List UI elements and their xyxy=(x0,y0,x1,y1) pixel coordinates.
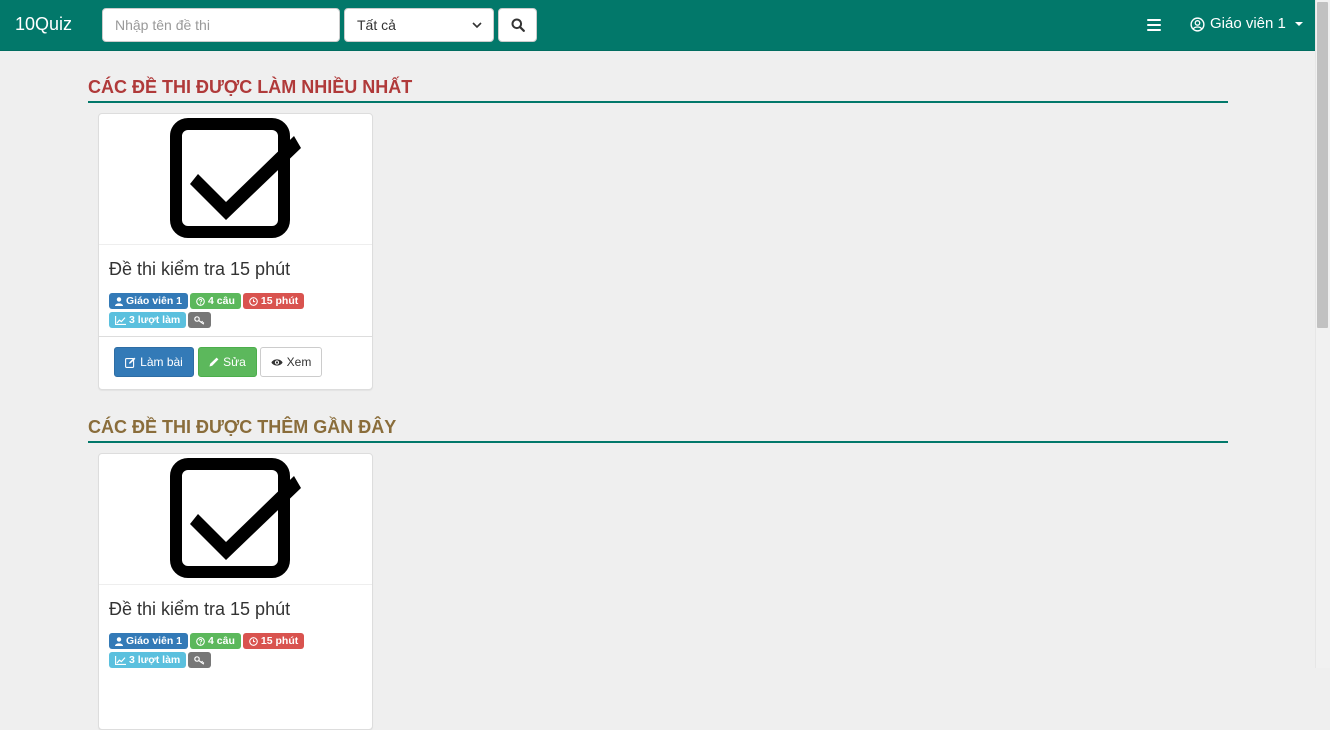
user-menu-dropdown[interactable]: Giáo viên 1 xyxy=(1190,14,1303,34)
duration-badge: 15 phút xyxy=(242,633,305,649)
clock-icon xyxy=(249,636,258,646)
line-chart-icon xyxy=(115,315,126,325)
hamburger-icon-bar xyxy=(1147,24,1161,26)
attempts-badge: 3 lượt làm xyxy=(109,652,187,668)
clock-icon xyxy=(249,296,258,306)
key-icon xyxy=(194,315,205,325)
section-title-recently-added: Các đề thi được thêm gần đây xyxy=(88,417,1228,443)
checkbox-check-icon xyxy=(169,118,301,238)
questions-badge: 4 câu xyxy=(190,293,241,309)
quiz-thumbnail xyxy=(99,454,372,585)
chevron-down-icon xyxy=(472,22,482,29)
user-menu-label: Giáo viên 1 xyxy=(1210,15,1286,32)
quiz-card-actions: Làm bài Sửa Xem xyxy=(99,336,372,390)
edit-quiz-label: Sửa xyxy=(223,355,246,369)
section-title-most-taken: Các đề thi được làm nhiều nhất xyxy=(88,77,1228,103)
edit-icon xyxy=(125,357,136,368)
quiz-badges: Giáo viên 1 4 câu 15 phút 3 lượt làm xyxy=(109,633,359,668)
hamburger-icon-bar xyxy=(1147,19,1161,21)
question-circle-icon xyxy=(196,296,205,306)
category-select-value: Tất cả xyxy=(357,17,396,33)
take-quiz-button[interactable]: Làm bài xyxy=(114,347,194,377)
caret-down-icon xyxy=(1294,22,1303,26)
questions-badge-label: 4 câu xyxy=(208,295,235,307)
navbar: 10Quiz Tất cả Giáo viên 1 xyxy=(0,0,1315,51)
search-button[interactable] xyxy=(498,8,537,42)
author-badge-label: Giáo viên 1 xyxy=(126,635,183,647)
questions-badge-label: 4 câu xyxy=(208,635,235,647)
quiz-card: Đề thi kiểm tra 15 phút Giáo viên 1 4 câ… xyxy=(98,453,373,730)
quiz-title[interactable]: Đề thi kiểm tra 15 phút xyxy=(109,258,290,280)
eye-icon xyxy=(271,358,283,366)
checkbox-check-icon xyxy=(169,458,301,578)
author-badge-label: Giáo viên 1 xyxy=(126,295,183,307)
duration-badge-label: 15 phút xyxy=(260,295,299,307)
pencil-icon xyxy=(209,357,219,367)
duration-badge-label: 15 phút xyxy=(260,635,299,647)
view-quiz-button[interactable]: Xem xyxy=(260,347,322,377)
line-chart-icon xyxy=(115,655,126,665)
key-badge xyxy=(188,312,212,328)
take-quiz-label: Làm bài xyxy=(140,355,183,369)
quiz-title[interactable]: Đề thi kiểm tra 15 phút xyxy=(109,598,290,620)
hamburger-menu-button[interactable] xyxy=(1146,17,1162,33)
key-badge xyxy=(188,652,212,668)
search-icon xyxy=(511,18,525,32)
attempts-badge-label: 3 lượt làm xyxy=(129,654,181,666)
questions-badge: 4 câu xyxy=(190,633,241,649)
duration-badge: 15 phút xyxy=(242,293,305,309)
attempts-badge: 3 lượt làm xyxy=(109,312,187,328)
question-circle-icon xyxy=(196,636,205,646)
edit-quiz-button[interactable]: Sửa xyxy=(198,347,257,377)
user-circle-icon xyxy=(1190,16,1205,32)
category-select[interactable]: Tất cả xyxy=(344,8,494,42)
key-icon xyxy=(194,655,205,665)
brand-logo[interactable]: 10Quiz xyxy=(15,13,72,35)
view-quiz-label: Xem xyxy=(286,355,312,369)
page-scrollbar-thumb[interactable] xyxy=(1317,2,1328,328)
attempts-badge-label: 3 lượt làm xyxy=(129,314,181,326)
quiz-card: Đề thi kiểm tra 15 phút Giáo viên 1 4 câ… xyxy=(98,113,373,390)
user-icon xyxy=(115,636,123,646)
search-input[interactable] xyxy=(102,8,340,42)
author-badge: Giáo viên 1 xyxy=(109,633,189,649)
quiz-badges: Giáo viên 1 4 câu 15 phút 3 lượt làm xyxy=(109,293,359,328)
author-badge: Giáo viên 1 xyxy=(109,293,189,309)
user-icon xyxy=(115,296,123,306)
hamburger-icon-bar xyxy=(1147,29,1161,31)
quiz-thumbnail xyxy=(99,114,372,245)
